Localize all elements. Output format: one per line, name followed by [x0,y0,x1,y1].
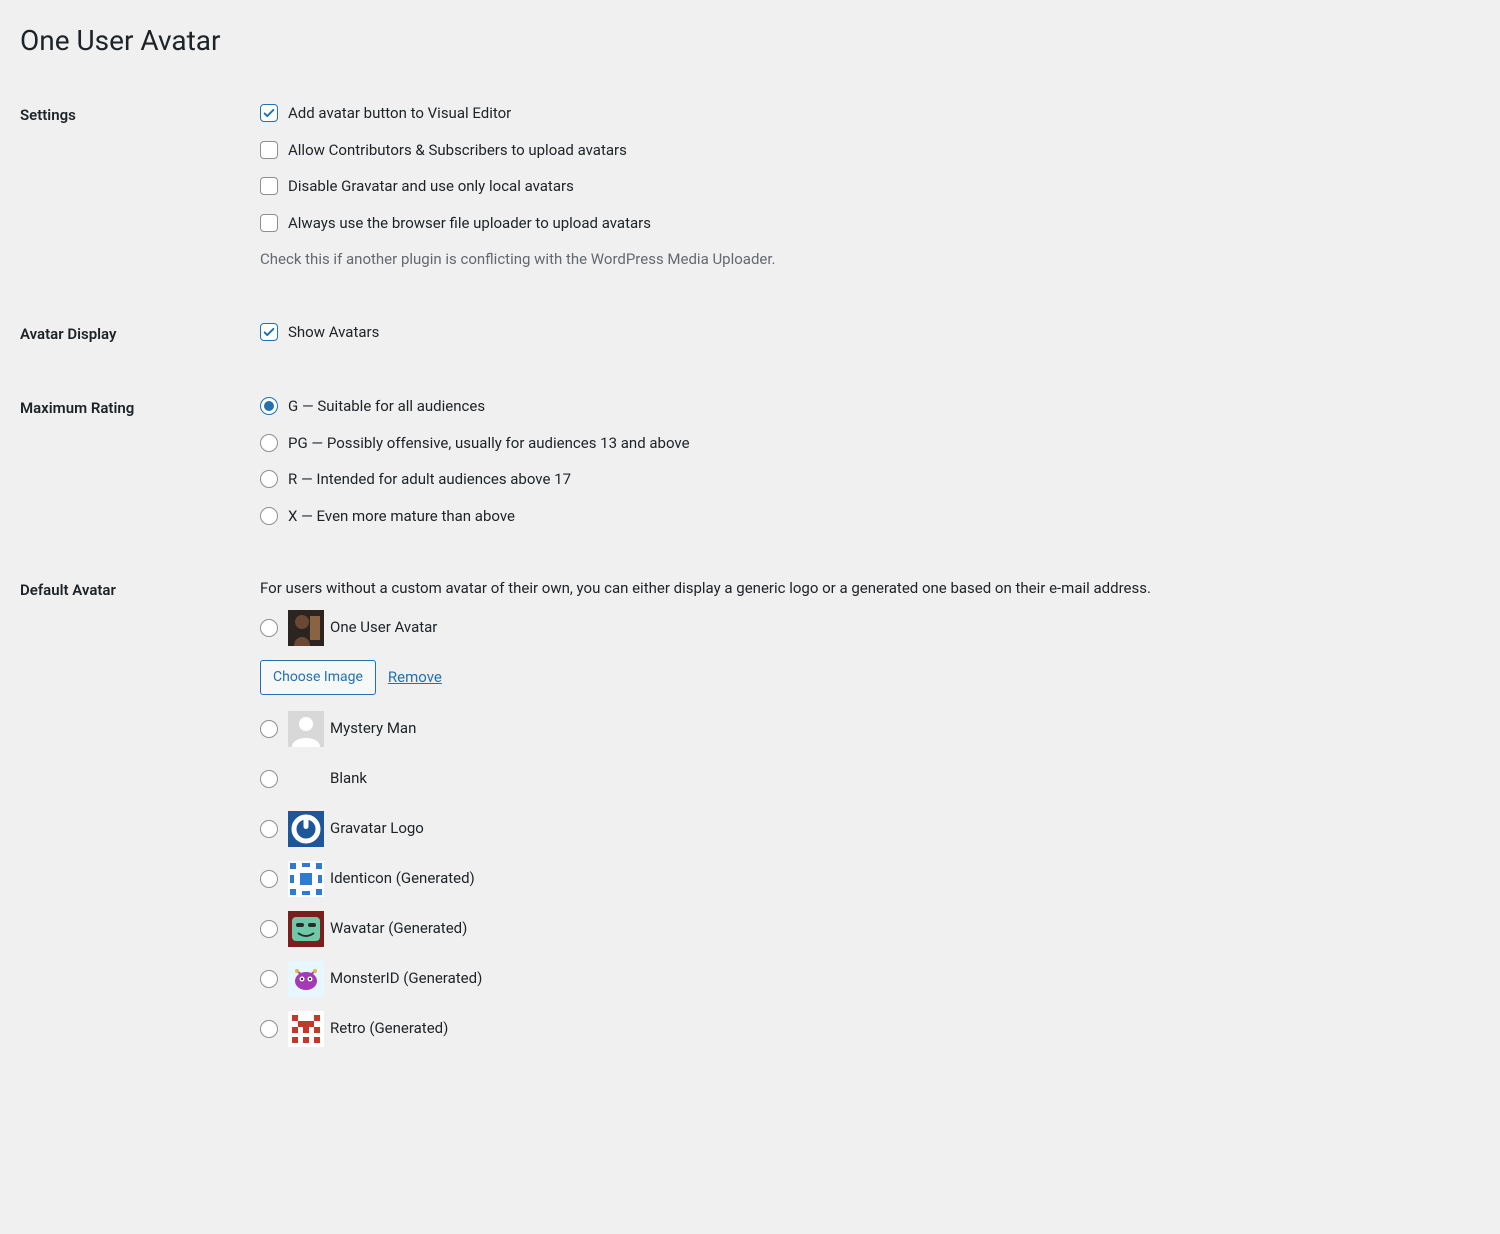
rating-option-label: PG — Possibly offensive, usually for aud… [288,432,690,455]
avatar-thumb-identicon [288,861,324,897]
choose-image-button[interactable]: Choose Image [260,660,376,695]
monster-icon [288,961,324,997]
avatar-option-label: One User Avatar [330,616,437,639]
settings-option-label: Allow Contributors & Subscribers to uplo… [288,139,627,162]
radio-rating-g[interactable] [260,397,278,415]
checkbox-allow-contributors[interactable] [260,141,278,159]
radio-avatar-mystery[interactable] [260,720,278,738]
avatar-option-label: Wavatar (Generated) [330,917,467,940]
radio-avatar-blank[interactable] [260,770,278,788]
avatar-option-label: MonsterID (Generated) [330,967,482,990]
avatar-option-label: Retro (Generated) [330,1017,448,1040]
radio-rating-pg[interactable] [260,434,278,452]
settings-row: Settings Add avatar button to Visual Edi… [20,102,1480,271]
settings-option-label: Always use the browser file uploader to … [288,212,651,235]
check-icon [262,325,276,339]
avatar-option-label: Blank [330,767,367,790]
rating-option-label: X — Even more mature than above [288,505,515,528]
radio-avatar-retro[interactable] [260,1020,278,1038]
default-avatar-description: For users without a custom avatar of the… [260,577,1151,600]
avatar-display-heading: Avatar Display [20,321,260,346]
radio-avatar-one-user[interactable] [260,619,278,637]
avatar-option-label: Identicon (Generated) [330,867,475,890]
checkbox-show-avatars[interactable] [260,323,278,341]
avatar-display-row: Avatar Display Show Avatars [20,321,1480,346]
settings-description: Check this if another plugin is conflict… [260,248,1480,271]
retro-icon [288,1011,324,1047]
avatar-thumb-photo [288,610,324,646]
avatar-thumb-gravatar [288,811,324,847]
checkbox-add-avatar-button[interactable] [260,104,278,122]
avatar-thumb-mystery [288,711,324,747]
radio-avatar-identicon[interactable] [260,870,278,888]
page-title: One User Avatar [20,20,1480,62]
settings-option-label: Disable Gravatar and use only local avat… [288,175,574,198]
radio-avatar-monster[interactable] [260,970,278,988]
avatar-thumb-blank [288,761,324,797]
settings-heading: Settings [20,102,260,127]
settings-option-label: Add avatar button to Visual Editor [288,102,511,125]
max-rating-heading: Maximum Rating [20,395,260,420]
identicon-icon [288,861,324,897]
radio-avatar-gravatar[interactable] [260,820,278,838]
checkbox-browser-uploader[interactable] [260,214,278,232]
radio-avatar-wavatar[interactable] [260,920,278,938]
rating-option-label: G — Suitable for all audiences [288,395,485,418]
radio-rating-r[interactable] [260,470,278,488]
remove-link[interactable]: Remove [388,666,442,689]
avatar-thumb-retro [288,1011,324,1047]
avatar-thumb-wavatar [288,911,324,947]
avatar-display-option-label: Show Avatars [288,321,379,344]
wavatar-icon [288,911,324,947]
radio-rating-x[interactable] [260,507,278,525]
gravatar-logo-icon [288,811,324,847]
default-avatar-row: Default Avatar For users without a custo… [20,577,1480,1047]
check-icon [262,106,276,120]
photo-icon [288,610,324,646]
max-rating-row: Maximum Rating G — Suitable for all audi… [20,395,1480,527]
avatar-option-label: Gravatar Logo [330,817,424,840]
checkbox-disable-gravatar[interactable] [260,177,278,195]
avatar-option-label: Mystery Man [330,717,416,740]
default-avatar-heading: Default Avatar [20,577,260,602]
avatar-thumb-monster [288,961,324,997]
rating-option-label: R — Intended for adult audiences above 1… [288,468,571,491]
mystery-man-icon [288,711,324,747]
